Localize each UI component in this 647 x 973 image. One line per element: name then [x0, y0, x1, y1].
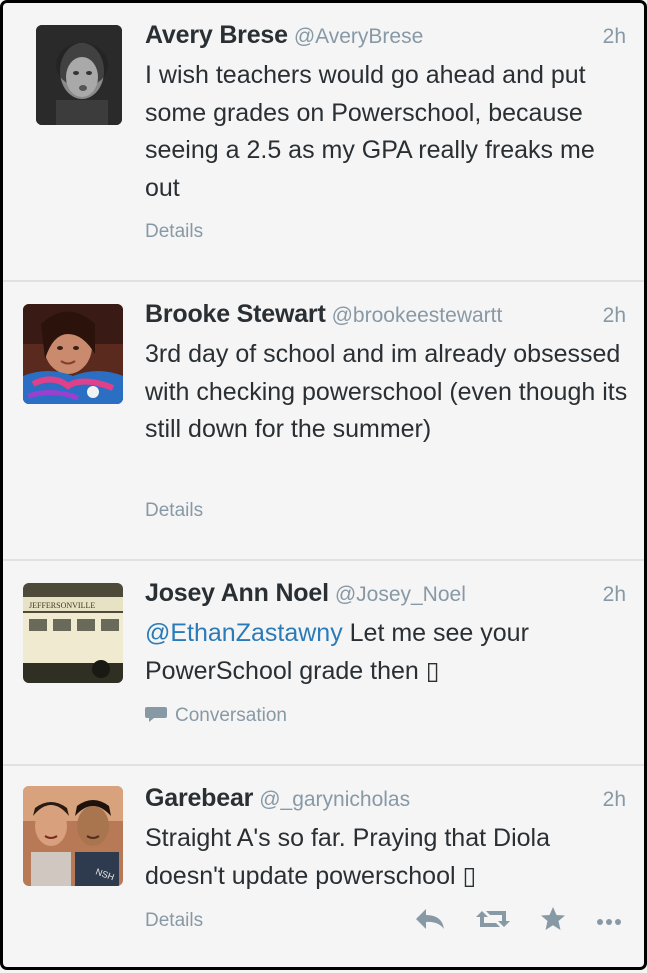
conversation-link[interactable]: Conversation	[145, 705, 287, 727]
reply-icon[interactable]	[414, 907, 446, 936]
tweet-text: 3rd day of school and im already obsesse…	[145, 340, 628, 443]
user-name[interactable]: Avery Brese	[145, 21, 288, 49]
bus-sign-text: JEFFERSONVILLE	[29, 601, 95, 610]
tweet-text: I wish teachers would go ahead and put s…	[145, 61, 595, 202]
tweet[interactable]: Avery Brese @AveryBrese 2h I wish teacher…	[3, 3, 644, 282]
tweet-text: @EthanZastawny Let me see your PowerScho…	[145, 615, 630, 690]
avatar[interactable]	[36, 25, 122, 125]
avatar-image: NSH	[23, 786, 123, 886]
timestamp[interactable]: 2h	[603, 583, 626, 607]
user-name[interactable]: Brooke Stewart	[145, 300, 326, 328]
avatar-image: JEFFERSONVILLE	[23, 583, 123, 683]
avatar-image	[36, 25, 122, 125]
avatar[interactable]	[23, 304, 123, 404]
avatar[interactable]: NSH	[23, 786, 123, 886]
tweet-text: Straight A's so far. Praying that Diola …	[145, 824, 550, 890]
mention-link[interactable]: @EthanZastawny	[145, 619, 343, 647]
tweet-header: Josey Ann Noel @Josey_Noel 2h	[145, 579, 626, 615]
tweet[interactable]: Brooke Stewart @brookeestewartt 2h 3rd da…	[3, 282, 644, 561]
retweet-icon[interactable]	[476, 907, 510, 936]
tweet[interactable]: NSH Garebear @_garynicholas 2h Straight A…	[3, 766, 644, 967]
details-link[interactable]: Details	[145, 221, 203, 243]
speech-bubble-icon	[145, 705, 167, 723]
star-icon[interactable]	[540, 906, 566, 937]
tweet-actions	[414, 906, 622, 937]
tweet-header: Brooke Stewart @brookeestewartt 2h	[145, 300, 626, 336]
tweet-header: Garebear @_garynicholas 2h	[145, 784, 626, 820]
user-name[interactable]: Garebear	[145, 784, 253, 812]
user-name[interactable]: Josey Ann Noel	[145, 579, 329, 607]
timestamp[interactable]: 2h	[603, 304, 626, 328]
tweet[interactable]: JEFFERSONVILLE Josey Ann Noel @Josey_Noel…	[3, 561, 644, 766]
avatar[interactable]: JEFFERSONVILLE	[23, 583, 123, 683]
user-handle[interactable]: @AveryBrese	[294, 25, 423, 48]
user-handle[interactable]: @Josey_Noel	[335, 583, 466, 606]
user-handle[interactable]: @_garynicholas	[259, 788, 410, 811]
details-link[interactable]: Details	[145, 910, 203, 932]
more-icon[interactable]	[596, 913, 622, 931]
timestamp[interactable]: 2h	[603, 788, 626, 812]
user-handle[interactable]: @brookeestewartt	[332, 304, 503, 327]
timestamp[interactable]: 2h	[603, 25, 626, 49]
tweet-header: Avery Brese @AveryBrese 2h	[145, 21, 626, 57]
conversation-label: Conversation	[175, 705, 287, 726]
tweet-feed: Avery Brese @AveryBrese 2h I wish teacher…	[0, 0, 647, 970]
details-link[interactable]: Details	[145, 500, 203, 522]
avatar-image	[23, 304, 123, 404]
